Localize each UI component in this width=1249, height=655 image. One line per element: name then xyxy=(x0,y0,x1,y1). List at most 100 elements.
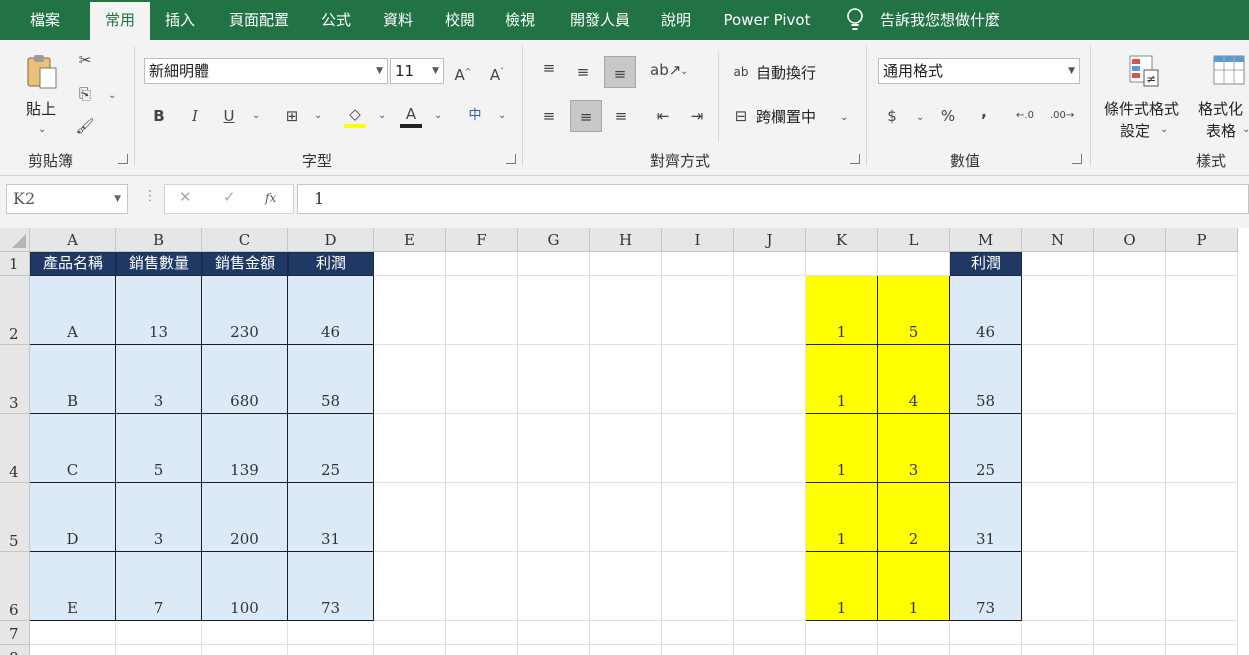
cell-j8[interactable] xyxy=(734,645,806,655)
format-as-table-button[interactable]: 格式化 xyxy=(1198,98,1243,119)
column-header-f[interactable]: F xyxy=(446,228,518,252)
cell-k2[interactable]: 1 xyxy=(806,276,878,345)
cell-n8[interactable] xyxy=(1022,645,1094,655)
increase-font-icon[interactable]: A^ xyxy=(452,62,474,85)
cell-h2[interactable] xyxy=(590,276,662,345)
tab-view[interactable]: 檢視 xyxy=(492,0,548,40)
cell-d8[interactable] xyxy=(288,645,374,655)
cell-d3[interactable]: 58 xyxy=(288,345,374,414)
cell-g8[interactable] xyxy=(518,645,590,655)
conditional-formatting-button[interactable]: 條件式格式 xyxy=(1104,98,1179,119)
cell-d4[interactable]: 25 xyxy=(288,414,374,483)
cell-g4[interactable] xyxy=(518,414,590,483)
number-launcher-icon[interactable] xyxy=(1072,154,1082,164)
format-as-table-button-line2[interactable]: 表格 xyxy=(1206,120,1236,141)
column-header-d[interactable]: D xyxy=(288,228,374,252)
cell-l1[interactable] xyxy=(878,252,950,276)
align-top-icon[interactable]: ≡ xyxy=(538,58,560,78)
cell-i8[interactable] xyxy=(662,645,734,655)
cell-o3[interactable] xyxy=(1094,345,1166,414)
cell-m5[interactable]: 31 xyxy=(950,483,1022,552)
cell-l3[interactable]: 4 xyxy=(878,345,950,414)
tab-file[interactable]: 檔案 xyxy=(14,0,76,40)
currency-button[interactable]: $ xyxy=(884,106,900,126)
cell-c5[interactable]: 200 xyxy=(202,483,288,552)
cell-g6[interactable] xyxy=(518,552,590,621)
cell-k4[interactable]: 1 xyxy=(806,414,878,483)
cell-a1[interactable]: 產品名稱 xyxy=(30,252,116,276)
cell-m3[interactable]: 58 xyxy=(950,345,1022,414)
cell-k1[interactable] xyxy=(806,252,878,276)
cell-c8[interactable] xyxy=(202,645,288,655)
cell-o8[interactable] xyxy=(1094,645,1166,655)
cell-j7[interactable] xyxy=(734,621,806,645)
cell-j5[interactable] xyxy=(734,483,806,552)
tab-insert[interactable]: 插入 xyxy=(152,0,208,40)
cell-d2[interactable]: 46 xyxy=(288,276,374,345)
comma-button[interactable]: , xyxy=(976,102,992,122)
alignment-launcher-icon[interactable] xyxy=(850,154,860,164)
italic-button[interactable]: I xyxy=(186,106,204,126)
cell-o2[interactable] xyxy=(1094,276,1166,345)
cell-n7[interactable] xyxy=(1022,621,1094,645)
column-header-e[interactable]: E xyxy=(374,228,446,252)
paste-button[interactable]: 貼上 xyxy=(26,98,56,119)
cell-d6[interactable]: 73 xyxy=(288,552,374,621)
cell-i5[interactable] xyxy=(662,483,734,552)
more-options-icon[interactable]: ⋮ xyxy=(143,188,157,204)
cell-k8[interactable] xyxy=(806,645,878,655)
cell-o7[interactable] xyxy=(1094,621,1166,645)
number-format-select[interactable]: 通用格式 ▼ xyxy=(878,58,1080,84)
percent-button[interactable]: % xyxy=(938,106,958,126)
cell-p2[interactable] xyxy=(1166,276,1238,345)
row-header-4[interactable]: 4 xyxy=(0,414,30,483)
column-header-p[interactable]: P xyxy=(1166,228,1238,252)
formula-input[interactable]: 1 xyxy=(297,184,1249,214)
currency-dropdown-icon[interactable]: ⌄ xyxy=(916,108,924,128)
cell-k6[interactable]: 1 xyxy=(806,552,878,621)
cell-h1[interactable] xyxy=(590,252,662,276)
cell-i2[interactable] xyxy=(662,276,734,345)
cell-p7[interactable] xyxy=(1166,621,1238,645)
cell-b7[interactable] xyxy=(116,621,202,645)
cell-p4[interactable] xyxy=(1166,414,1238,483)
name-box[interactable]: K2 ▼ xyxy=(6,184,128,214)
merge-center-icon[interactable]: ⊟ xyxy=(730,106,752,126)
column-header-a[interactable]: A xyxy=(30,228,116,252)
format-as-table-dropdown-icon[interactable]: ⌄ xyxy=(1242,120,1249,140)
cell-n1[interactable] xyxy=(1022,252,1094,276)
cell-i6[interactable] xyxy=(662,552,734,621)
cell-f4[interactable] xyxy=(446,414,518,483)
cell-h3[interactable] xyxy=(590,345,662,414)
row-header-5[interactable]: 5 xyxy=(0,483,30,552)
cell-h7[interactable] xyxy=(590,621,662,645)
enter-icon[interactable]: ✓ xyxy=(223,188,236,206)
cell-b2[interactable]: 13 xyxy=(116,276,202,345)
align-center-icon[interactable]: ≡ xyxy=(570,100,602,132)
increase-decimal-icon[interactable]: ←.0 xyxy=(1014,106,1036,126)
cell-l8[interactable] xyxy=(878,645,950,655)
row-header-3[interactable]: 3 xyxy=(0,345,30,414)
cell-c7[interactable] xyxy=(202,621,288,645)
tab-home[interactable]: 常用 xyxy=(90,2,150,40)
tab-review[interactable]: 校閱 xyxy=(432,0,488,40)
column-header-o[interactable]: O xyxy=(1094,228,1166,252)
align-middle-icon[interactable]: ≡ xyxy=(572,62,594,82)
merge-center-button[interactable]: 跨欄置中 xyxy=(756,106,816,127)
cell-g7[interactable] xyxy=(518,621,590,645)
cell-f3[interactable] xyxy=(446,345,518,414)
cell-f2[interactable] xyxy=(446,276,518,345)
cell-d7[interactable] xyxy=(288,621,374,645)
cell-m2[interactable]: 46 xyxy=(950,276,1022,345)
borders-dropdown-icon[interactable]: ⌄ xyxy=(314,106,322,126)
cell-b1[interactable]: 銷售數量 xyxy=(116,252,202,276)
cell-i4[interactable] xyxy=(662,414,734,483)
column-header-b[interactable]: B xyxy=(116,228,202,252)
cell-e5[interactable] xyxy=(374,483,446,552)
cell-n4[interactable] xyxy=(1022,414,1094,483)
cell-b8[interactable] xyxy=(116,645,202,655)
merge-dropdown-icon[interactable]: ⌄ xyxy=(840,108,848,128)
cell-n3[interactable] xyxy=(1022,345,1094,414)
cell-f7[interactable] xyxy=(446,621,518,645)
tab-power-pivot[interactable]: Power Pivot xyxy=(714,0,820,40)
